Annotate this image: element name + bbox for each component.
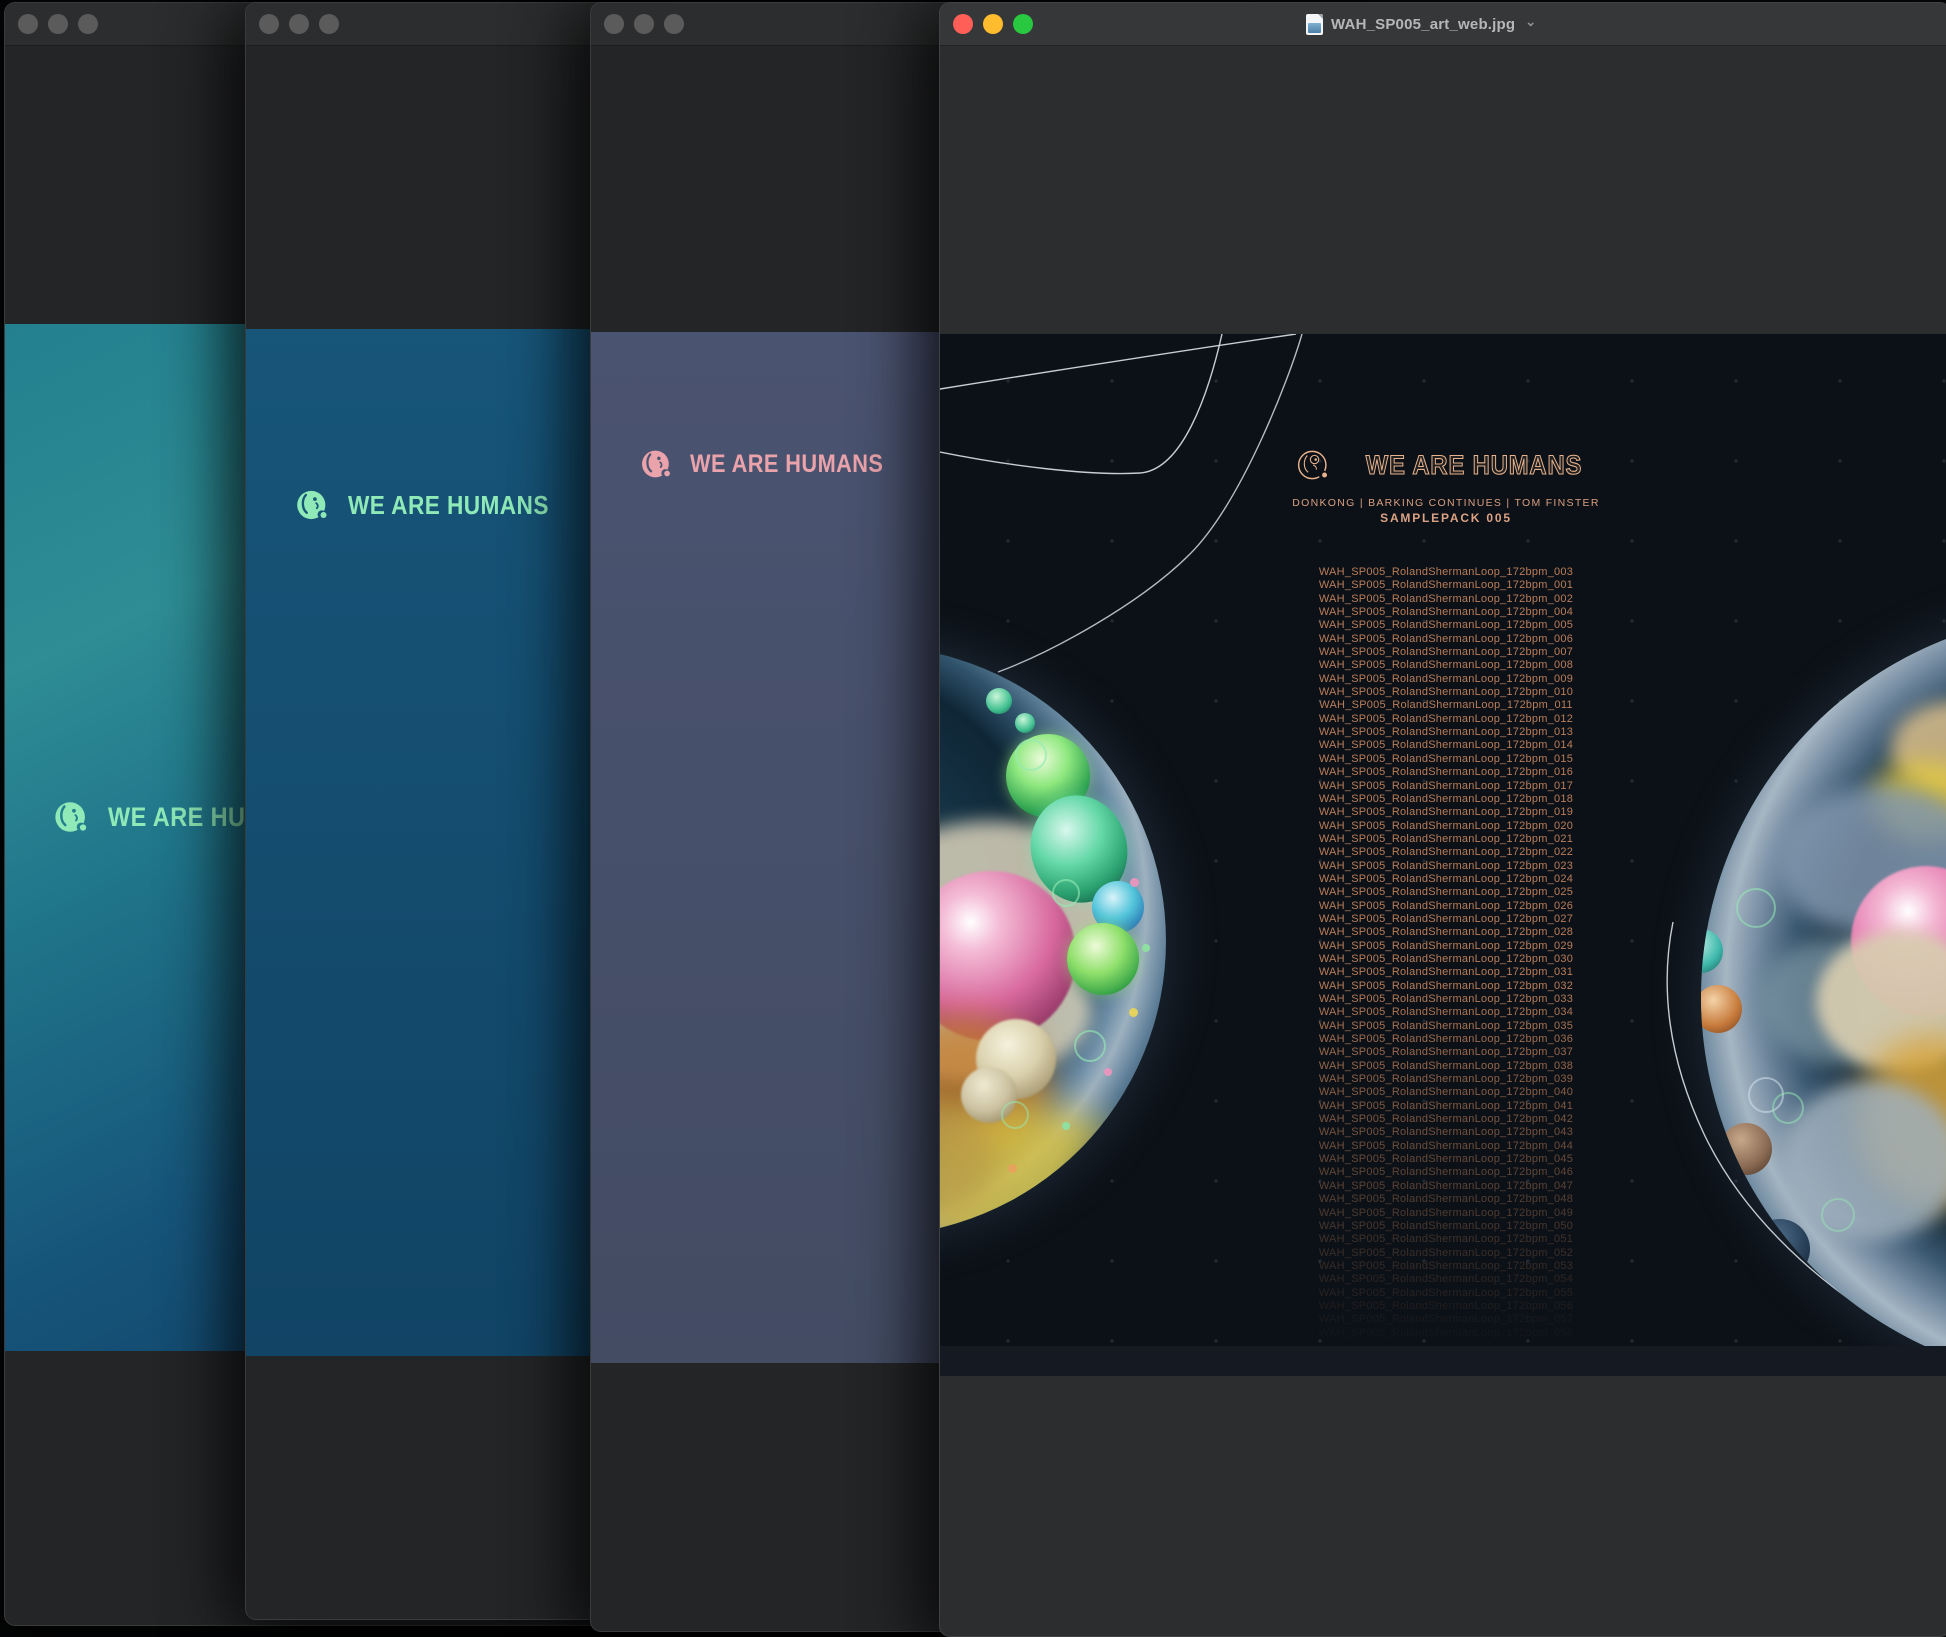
file-list-item: WAH_SP005_RolandShermanLoop_172bpm_042 <box>1236 1113 1656 1126</box>
file-list-item: WAH_SP005_RolandShermanLoop_172bpm_051 <box>1236 1233 1656 1246</box>
file-list-item: WAH_SP005_RolandShermanLoop_172bpm_046 <box>1236 1166 1656 1179</box>
file-list-item: WAH_SP005_RolandShermanLoop_172bpm_034 <box>1236 1006 1656 1019</box>
file-list-item: WAH_SP005_RolandShermanLoop_172bpm_009 <box>1236 673 1656 686</box>
file-list-item: WAH_SP005_RolandShermanLoop_172bpm_031 <box>1236 966 1656 979</box>
desktop: { "colors":{ "traffic_red":"#ff5f57","tr… <box>0 0 1946 1636</box>
brand-wordmark-outline: WE ARE HUMANS <box>1366 450 1582 481</box>
embryo-logo-icon <box>52 797 94 837</box>
file-list-item: WAH_SP005_RolandShermanLoop_172bpm_049 <box>1236 1207 1656 1220</box>
file-list-item: WAH_SP005_RolandShermanLoop_172bpm_015 <box>1236 753 1656 766</box>
minimize-button[interactable] <box>983 14 1003 34</box>
brand-wordmark: WE ARE HUMANS <box>690 450 883 479</box>
file-list-item: WAH_SP005_RolandShermanLoop_172bpm_054 <box>1236 1273 1656 1286</box>
jpeg-file-icon <box>1306 14 1323 35</box>
file-list-item: WAH_SP005_RolandShermanLoop_172bpm_033 <box>1236 993 1656 1006</box>
file-list-item: WAH_SP005_RolandShermanLoop_172bpm_044 <box>1236 1140 1656 1153</box>
file-list-item: WAH_SP005_RolandShermanLoop_172bpm_003 <box>1236 566 1656 579</box>
file-list-item: WAH_SP005_RolandShermanLoop_172bpm_048 <box>1236 1193 1656 1206</box>
close-button[interactable] <box>604 14 624 34</box>
artwork-bottom-band <box>940 1346 1946 1376</box>
file-list-item: WAH_SP005_RolandShermanLoop_172bpm_028 <box>1236 926 1656 939</box>
file-list-item: WAH_SP005_RolandShermanLoop_172bpm_050 <box>1236 1220 1656 1233</box>
file-list-item: WAH_SP005_RolandShermanLoop_172bpm_020 <box>1236 820 1656 833</box>
file-list-item: WAH_SP005_RolandShermanLoop_172bpm_008 <box>1236 659 1656 672</box>
file-list-item: WAH_SP005_RolandShermanLoop_172bpm_038 <box>1236 1060 1656 1073</box>
title-chevron-icon[interactable]: ⌄ <box>1525 14 1536 30</box>
file-list-item: WAH_SP005_RolandShermanLoop_172bpm_040 <box>1236 1086 1656 1099</box>
file-list-item: WAH_SP005_RolandShermanLoop_172bpm_053 <box>1236 1260 1656 1273</box>
file-list-item: WAH_SP005_RolandShermanLoop_172bpm_047 <box>1236 1180 1656 1193</box>
file-list-item: WAH_SP005_RolandShermanLoop_172bpm_056 <box>1236 1300 1656 1313</box>
titlebar[interactable]: WAH_SP005_art_web.jpg ⌄ <box>940 3 1946 46</box>
embryo-logo-icon <box>639 446 677 482</box>
file-list-item: WAH_SP005_RolandShermanLoop_172bpm_014 <box>1236 739 1656 752</box>
artwork-image: WE ARE HUMANS DONKONG | BARKING CONTINUE… <box>940 334 1946 1376</box>
file-list-item: WAH_SP005_RolandShermanLoop_172bpm_011 <box>1236 699 1656 712</box>
file-list-item: WAH_SP005_RolandShermanLoop_172bpm_027 <box>1236 913 1656 926</box>
file-list-item: WAH_SP005_RolandShermanLoop_172bpm_039 <box>1236 1073 1656 1086</box>
traffic-lights <box>953 14 1033 34</box>
zoom-button[interactable] <box>1013 14 1033 34</box>
file-list-item: WAH_SP005_RolandShermanLoop_172bpm_055 <box>1236 1287 1656 1300</box>
file-list-item: WAH_SP005_RolandShermanLoop_172bpm_036 <box>1236 1033 1656 1046</box>
file-list-item: WAH_SP005_RolandShermanLoop_172bpm_043 <box>1236 1126 1656 1139</box>
embryo-logo-icon <box>294 486 334 524</box>
file-list-item: WAH_SP005_RolandShermanLoop_172bpm_029 <box>1236 940 1656 953</box>
file-list-item: WAH_SP005_RolandShermanLoop_172bpm_016 <box>1236 766 1656 779</box>
file-list-item: WAH_SP005_RolandShermanLoop_172bpm_010 <box>1236 686 1656 699</box>
zoom-button[interactable] <box>319 14 339 34</box>
traffic-lights <box>259 14 339 34</box>
file-list-item: WAH_SP005_RolandShermanLoop_172bpm_037 <box>1236 1046 1656 1059</box>
sample-file-list: WAH_SP005_RolandShermanLoop_172bpm_003WA… <box>1236 566 1656 1340</box>
file-list-item: WAH_SP005_RolandShermanLoop_172bpm_005 <box>1236 619 1656 632</box>
file-list-item: WAH_SP005_RolandShermanLoop_172bpm_058 <box>1236 1327 1656 1340</box>
artwork-header: WE ARE HUMANS DONKONG | BARKING CONTINUE… <box>1246 446 1646 525</box>
file-list-item: WAH_SP005_RolandShermanLoop_172bpm_006 <box>1236 633 1656 646</box>
file-list-item: WAH_SP005_RolandShermanLoop_172bpm_007 <box>1236 646 1656 659</box>
file-list-item: WAH_SP005_RolandShermanLoop_172bpm_022 <box>1236 846 1656 859</box>
file-list-item: WAH_SP005_RolandShermanLoop_172bpm_030 <box>1236 953 1656 966</box>
samplepack-label: SAMPLEPACK 005 <box>1246 511 1646 525</box>
window-title-group: WAH_SP005_art_web.jpg ⌄ <box>1306 3 1536 45</box>
traffic-lights <box>604 14 684 34</box>
file-list-item: WAH_SP005_RolandShermanLoop_172bpm_001 <box>1236 579 1656 592</box>
file-list-item: WAH_SP005_RolandShermanLoop_172bpm_057 <box>1236 1313 1656 1326</box>
file-list-item: WAH_SP005_RolandShermanLoop_172bpm_023 <box>1236 860 1656 873</box>
file-list-item: WAH_SP005_RolandShermanLoop_172bpm_026 <box>1236 900 1656 913</box>
file-list-item: WAH_SP005_RolandShermanLoop_172bpm_002 <box>1236 593 1656 606</box>
file-list-item: WAH_SP005_RolandShermanLoop_172bpm_012 <box>1236 713 1656 726</box>
traffic-lights <box>18 14 98 34</box>
minimize-button[interactable] <box>48 14 68 34</box>
file-list-item: WAH_SP005_RolandShermanLoop_172bpm_024 <box>1236 873 1656 886</box>
file-list-item: WAH_SP005_RolandShermanLoop_172bpm_013 <box>1236 726 1656 739</box>
file-list-item: WAH_SP005_RolandShermanLoop_172bpm_018 <box>1236 793 1656 806</box>
file-list-item: WAH_SP005_RolandShermanLoop_172bpm_052 <box>1236 1247 1656 1260</box>
close-button[interactable] <box>18 14 38 34</box>
file-list-item: WAH_SP005_RolandShermanLoop_172bpm_032 <box>1236 980 1656 993</box>
window-preview-front: WAH_SP005_art_web.jpg ⌄ <box>939 2 1946 1637</box>
file-list-item: WAH_SP005_RolandShermanLoop_172bpm_021 <box>1236 833 1656 846</box>
file-list-item: WAH_SP005_RolandShermanLoop_172bpm_045 <box>1236 1153 1656 1166</box>
file-list-item: WAH_SP005_RolandShermanLoop_172bpm_004 <box>1236 606 1656 619</box>
file-list-item: WAH_SP005_RolandShermanLoop_172bpm_017 <box>1236 780 1656 793</box>
artists-line: DONKONG | BARKING CONTINUES | TOM FINSTE… <box>1246 497 1646 509</box>
window-title: WAH_SP005_art_web.jpg <box>1331 16 1515 33</box>
brand-wordmark: WE ARE HUMANS <box>348 490 549 521</box>
zoom-button[interactable] <box>78 14 98 34</box>
close-button[interactable] <box>953 14 973 34</box>
file-list-item: WAH_SP005_RolandShermanLoop_172bpm_019 <box>1236 806 1656 819</box>
minimize-button[interactable] <box>634 14 654 34</box>
close-button[interactable] <box>259 14 279 34</box>
file-list-item: WAH_SP005_RolandShermanLoop_172bpm_041 <box>1236 1100 1656 1113</box>
minimize-button[interactable] <box>289 14 309 34</box>
file-list-item: WAH_SP005_RolandShermanLoop_172bpm_035 <box>1236 1020 1656 1033</box>
zoom-button[interactable] <box>664 14 684 34</box>
embryo-logo-outline-icon <box>1295 446 1335 484</box>
file-list-item: WAH_SP005_RolandShermanLoop_172bpm_025 <box>1236 886 1656 899</box>
